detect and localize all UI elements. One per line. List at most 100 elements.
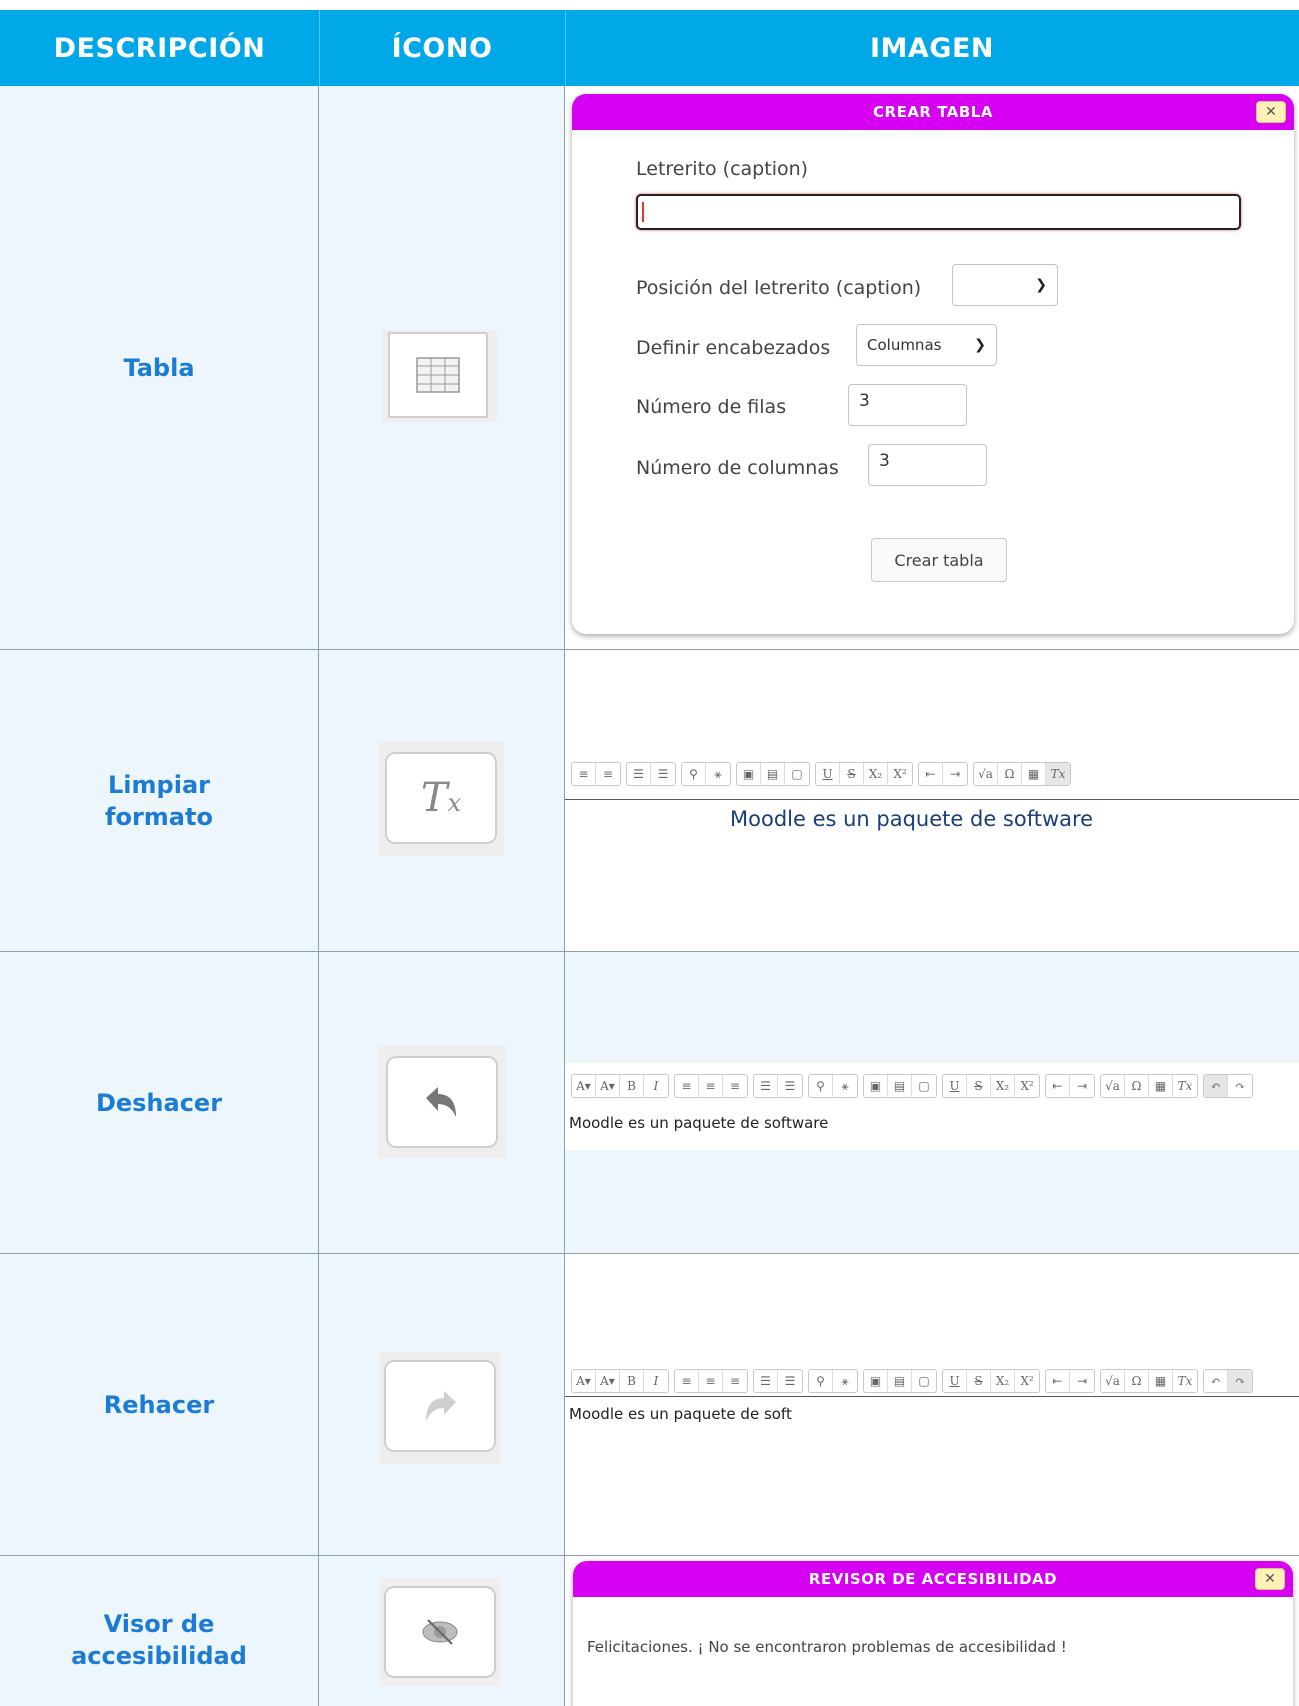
columns-input[interactable]: 3 (868, 444, 987, 486)
omega-icon[interactable]: Ω (998, 763, 1022, 785)
editor-toolbar: ≡ ≡ ☰ ☰ ⚲ ⚹ ▣ ▤ ▢ U S X₂ X² ⇤ ⇥ √a Ω ▦ Tx (565, 762, 1299, 786)
superscript-icon[interactable]: X² (1015, 1370, 1039, 1392)
undo-icon[interactable]: ↶ (1204, 1075, 1228, 1097)
align-right-icon[interactable]: ≡ (723, 1075, 747, 1097)
align-left-icon[interactable]: ≡ (675, 1075, 699, 1097)
superscript-icon[interactable]: X² (888, 763, 912, 785)
align-left-icon[interactable]: ≡ (675, 1370, 699, 1392)
omega-icon[interactable]: Ω (1125, 1370, 1149, 1392)
equation-icon[interactable]: √a (1101, 1370, 1125, 1392)
redo-icon[interactable]: ↷ (1228, 1370, 1252, 1392)
numbered-list-icon[interactable]: ☰ (778, 1075, 802, 1097)
header-description: DESCRIPCIÓN (53, 32, 266, 64)
underline-icon[interactable]: U (943, 1370, 967, 1392)
accessibility-dialog: REVISOR DE ACCESIBILIDAD ✕ Felicitacione… (573, 1561, 1293, 1706)
strike-icon[interactable]: S (840, 763, 864, 785)
link-icon[interactable]: ⚲ (809, 1370, 833, 1392)
table-row: Tabla CREAR TABLA ✕ Letrerito (caption) … (0, 86, 1299, 650)
table-icon[interactable]: ▦ (1149, 1370, 1173, 1392)
outdent-icon[interactable]: ⇤ (1046, 1370, 1070, 1392)
accessibility-icon[interactable] (384, 1586, 496, 1678)
file-icon[interactable]: ▢ (785, 763, 809, 785)
rows-input[interactable]: 3 (848, 384, 967, 426)
close-icon[interactable]: ✕ (1256, 101, 1286, 123)
underline-icon[interactable]: U (943, 1075, 967, 1097)
strike-icon[interactable]: S (967, 1370, 991, 1392)
indent-icon[interactable]: ⇥ (1070, 1370, 1094, 1392)
align-center-icon[interactable]: ≡ (699, 1075, 723, 1097)
bullet-list-icon[interactable]: ☰ (754, 1075, 778, 1097)
create-table-button[interactable]: Crear tabla (871, 538, 1007, 582)
bg-color-icon[interactable]: A▾ (596, 1075, 620, 1097)
image-icon[interactable]: ▣ (864, 1075, 888, 1097)
italic-icon[interactable]: I (644, 1370, 668, 1392)
media-icon[interactable]: ▤ (888, 1075, 912, 1097)
align-right-icon[interactable]: ≡ (596, 763, 620, 785)
headers-value: Columnas (867, 336, 942, 354)
editor-content[interactable]: Moodle es un paquete de software (730, 807, 1093, 831)
table-icon[interactable] (388, 332, 488, 418)
redo-icon[interactable]: ↷ (1228, 1075, 1252, 1097)
font-color-icon[interactable]: A▾ (572, 1370, 596, 1392)
bold-icon[interactable]: B (620, 1370, 644, 1392)
row-icon-cell: Tx (319, 650, 565, 951)
font-color-icon[interactable]: A▾ (572, 1075, 596, 1097)
file-icon[interactable]: ▢ (912, 1370, 936, 1392)
align-right-icon[interactable]: ≡ (723, 1370, 747, 1392)
file-icon[interactable]: ▢ (912, 1075, 936, 1097)
bullet-list-icon[interactable]: ☰ (754, 1370, 778, 1392)
header-icon: ÍCONO (391, 32, 493, 64)
clear-format-icon[interactable]: Tx (1173, 1075, 1197, 1097)
undo-icon[interactable] (386, 1056, 498, 1148)
undo-icon[interactable]: ↶ (1204, 1370, 1228, 1392)
row-image-cell: REVISOR DE ACCESIBILIDAD ✕ Felicitacione… (565, 1556, 1299, 1706)
numbered-list-icon[interactable]: ☰ (651, 763, 675, 785)
bg-color-icon[interactable]: A▾ (596, 1370, 620, 1392)
italic-icon[interactable]: I (644, 1075, 668, 1097)
clear-format-icon[interactable]: Tx (1046, 763, 1070, 785)
strike-icon[interactable]: S (967, 1075, 991, 1097)
indent-icon[interactable]: ⇥ (943, 763, 967, 785)
bullet-list-icon[interactable]: ☰ (627, 763, 651, 785)
link-icon[interactable]: ⚲ (682, 763, 706, 785)
unlink-icon[interactable]: ⚹ (833, 1075, 857, 1097)
underline-icon[interactable]: U (816, 763, 840, 785)
subscript-icon[interactable]: X₂ (991, 1370, 1015, 1392)
row-image-cell: CREAR TABLA ✕ Letrerito (caption) Posici… (565, 86, 1299, 649)
unlink-icon[interactable]: ⚹ (706, 763, 730, 785)
clear-format-icon[interactable]: Tx (385, 752, 497, 844)
outdent-icon[interactable]: ⇤ (1046, 1075, 1070, 1097)
image-icon[interactable]: ▣ (737, 763, 761, 785)
icon-frame (380, 1578, 500, 1686)
unlink-icon[interactable]: ⚹ (833, 1370, 857, 1392)
bold-icon[interactable]: B (620, 1075, 644, 1097)
equation-icon[interactable]: √a (1101, 1075, 1125, 1097)
table-row: Deshacer A▾ A▾ B I ≡ ≡ ≡ ☰ ☰ ⚲ ⚹ ▣ ▤ ▢ U S X₂ X² ⇤ ⇥ (0, 952, 1299, 1254)
align-center-icon[interactable]: ≡ (699, 1370, 723, 1392)
table-icon[interactable]: ▦ (1149, 1075, 1173, 1097)
subscript-icon[interactable]: X₂ (864, 763, 888, 785)
align-center-icon[interactable]: ≡ (572, 763, 596, 785)
superscript-icon[interactable]: X² (1015, 1075, 1039, 1097)
link-icon[interactable]: ⚲ (809, 1075, 833, 1097)
caption-position-select[interactable]: ❯ (952, 264, 1058, 306)
media-icon[interactable]: ▤ (888, 1370, 912, 1392)
close-icon[interactable]: ✕ (1255, 1568, 1285, 1590)
editor-content[interactable]: Moodle es un paquete de software (569, 1114, 828, 1132)
omega-icon[interactable]: Ω (1125, 1075, 1149, 1097)
editor-content[interactable]: Moodle es un paquete de soft (569, 1405, 792, 1423)
subscript-icon[interactable]: X₂ (991, 1075, 1015, 1097)
indent-icon[interactable]: ⇥ (1070, 1075, 1094, 1097)
caption-input[interactable] (636, 194, 1241, 230)
image-icon[interactable]: ▣ (864, 1370, 888, 1392)
outdent-icon[interactable]: ⇤ (919, 763, 943, 785)
media-icon[interactable]: ▤ (761, 763, 785, 785)
headers-select[interactable]: Columnas ❯ (856, 324, 997, 366)
table-icon[interactable]: ▦ (1022, 763, 1046, 785)
numbered-list-icon[interactable]: ☰ (778, 1370, 802, 1392)
text-cursor (642, 202, 644, 222)
clear-format-icon[interactable]: Tx (1173, 1370, 1197, 1392)
redo-icon[interactable] (384, 1360, 496, 1452)
headers-label: Definir encabezados (636, 337, 831, 359)
equation-icon[interactable]: √a (974, 763, 998, 785)
